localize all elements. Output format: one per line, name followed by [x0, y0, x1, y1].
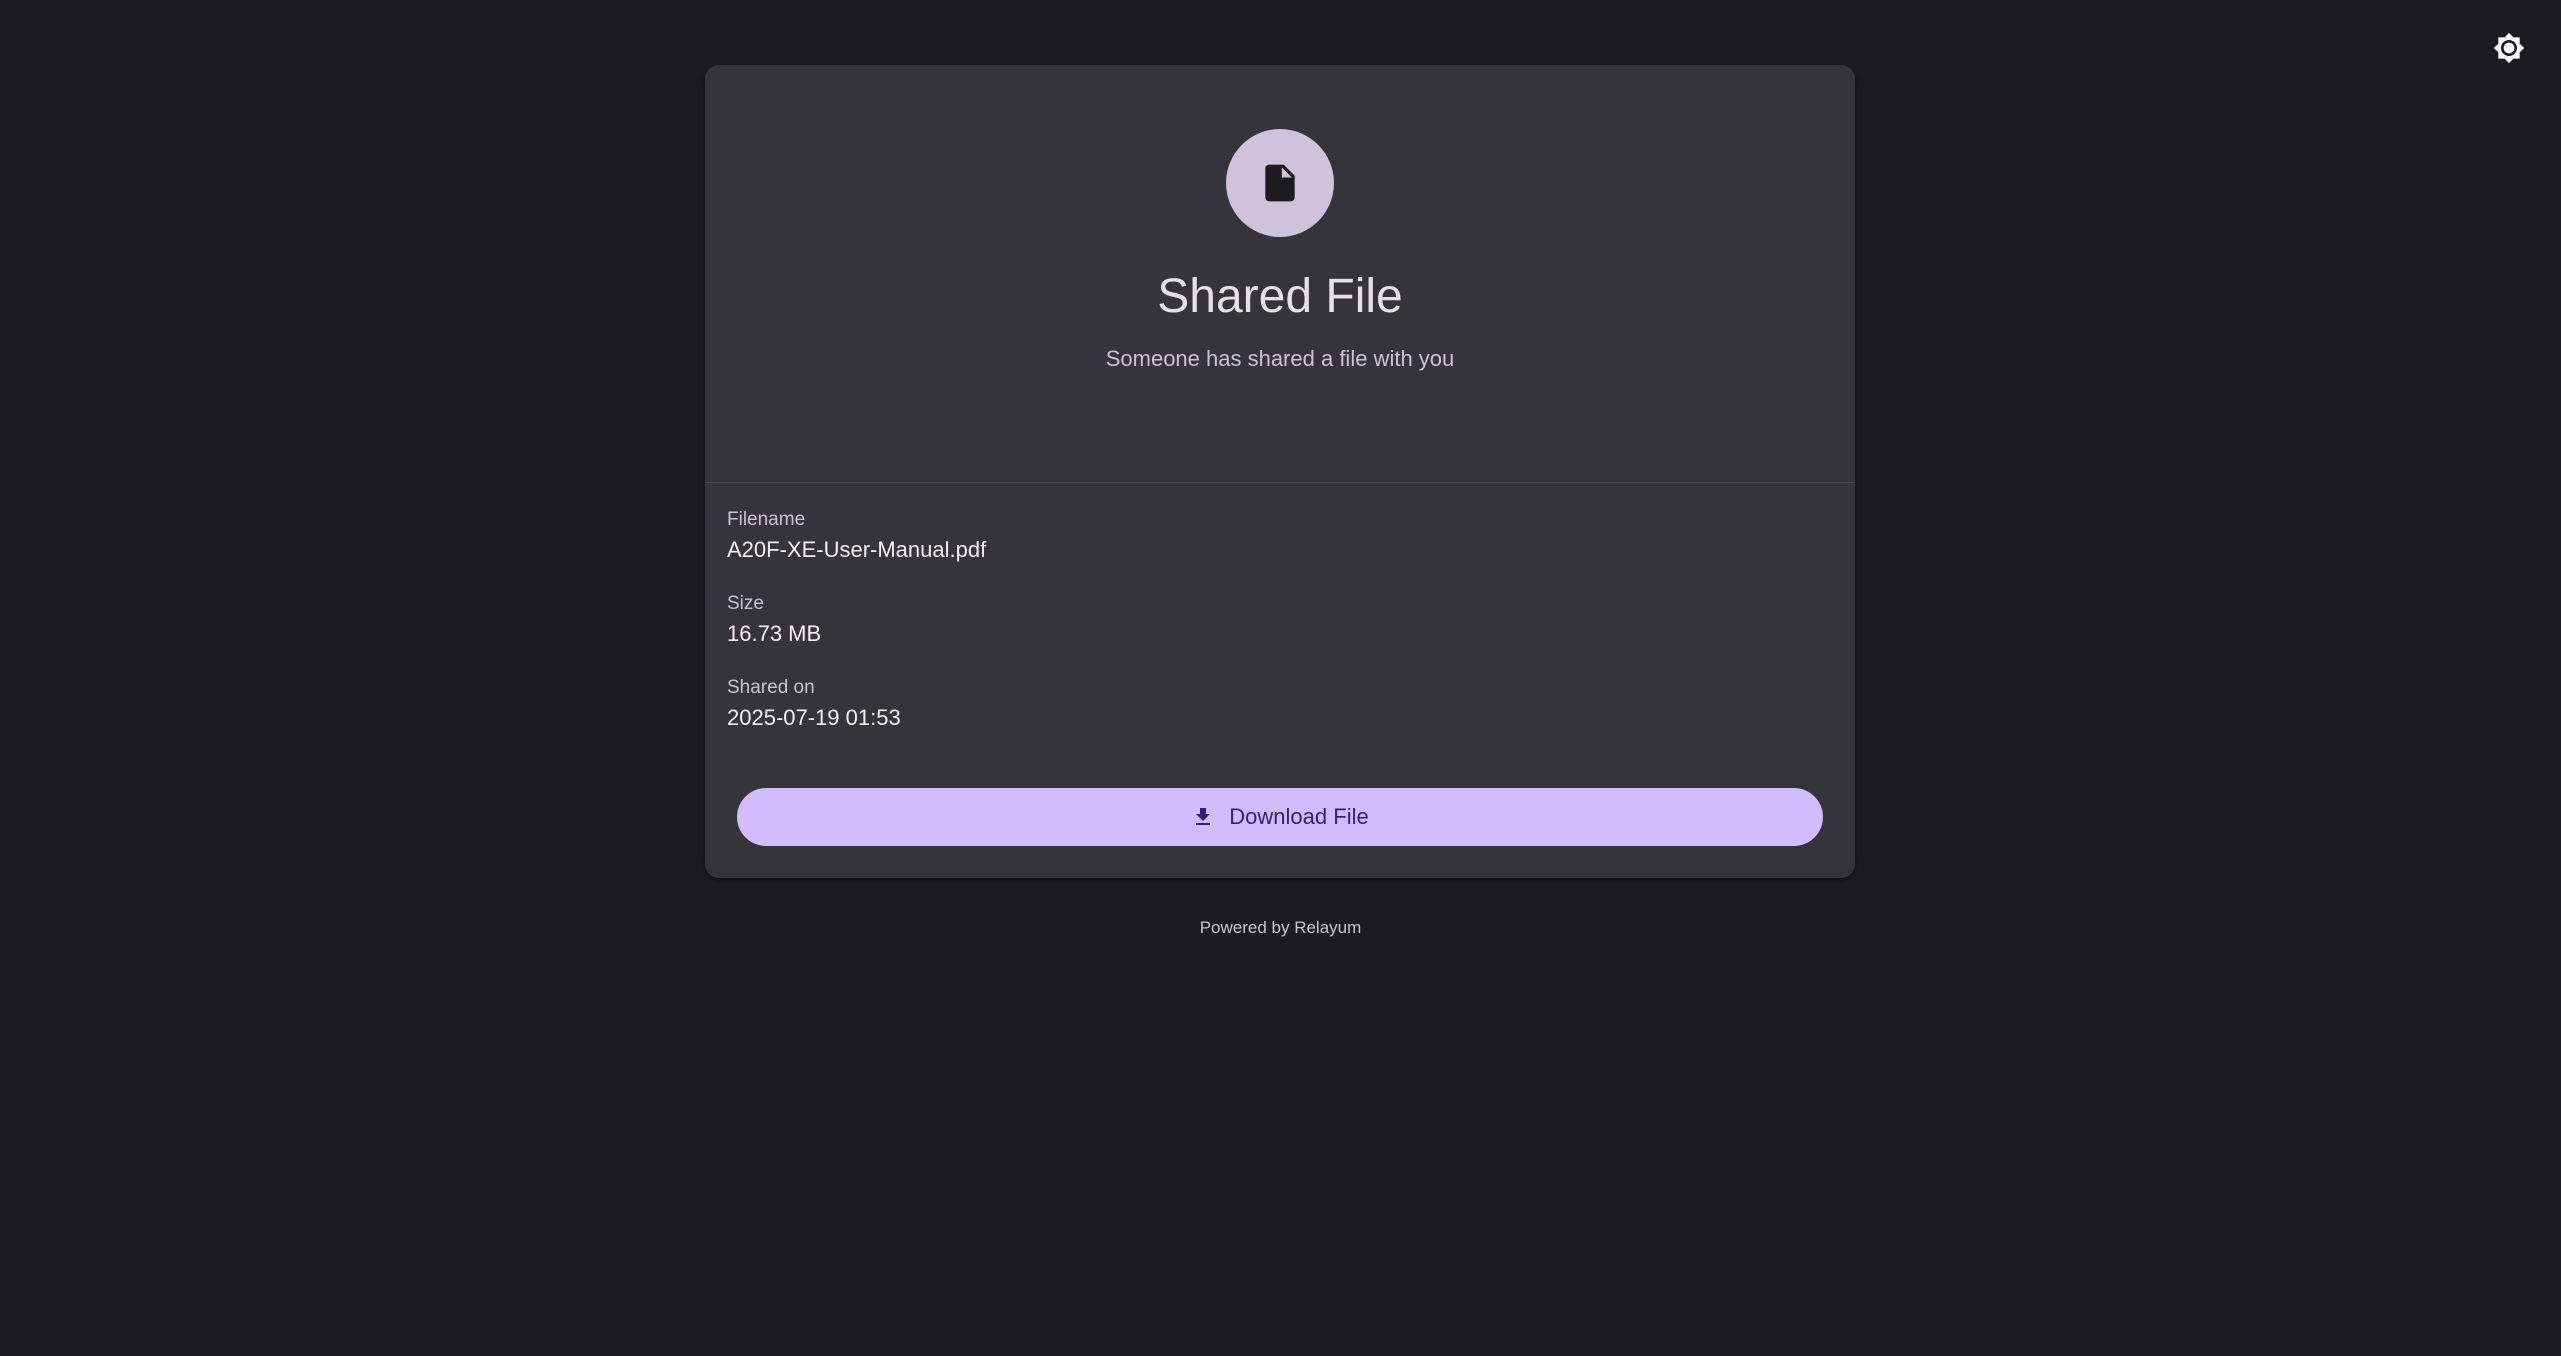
- download-file-button[interactable]: Download File: [737, 788, 1823, 846]
- shared-on-label: Shared on: [727, 677, 815, 698]
- shared-on-value: 2025-07-19 01:53: [727, 705, 901, 730]
- download-icon: [1191, 805, 1215, 829]
- page-subtitle: Someone has shared a file with you: [1105, 345, 1455, 371]
- shared-on-detail: Shared on 2025-07-19 01:53: [727, 677, 1833, 731]
- theme-toggle-button[interactable]: [2489, 28, 2529, 68]
- share-page: Shared File Someone has shared a file wi…: [0, 0, 2561, 1356]
- brightness-icon: [2493, 32, 2525, 64]
- page-title: Shared File: [1157, 270, 1403, 323]
- filename-detail: Filename A20F-XE-User-Manual.pdf: [727, 509, 1833, 563]
- size-detail: Size 16.73 MB: [727, 593, 1833, 647]
- size-label: Size: [727, 593, 764, 614]
- filename-value: A20F-XE-User-Manual.pdf: [727, 537, 987, 562]
- shared-file-card: Shared File Someone has shared a file wi…: [705, 65, 1855, 878]
- file-details: Filename A20F-XE-User-Manual.pdf Size 16…: [705, 509, 1855, 731]
- filename-label: Filename: [727, 509, 806, 530]
- powered-by-footer: Powered by Relayum: [1199, 918, 1362, 937]
- card-header: Shared File Someone has shared a file wi…: [705, 65, 1855, 483]
- download-button-label: Download File: [1229, 804, 1369, 829]
- file-avatar: [1226, 129, 1334, 237]
- size-value: 16.73 MB: [727, 621, 822, 646]
- file-icon: [1265, 164, 1295, 202]
